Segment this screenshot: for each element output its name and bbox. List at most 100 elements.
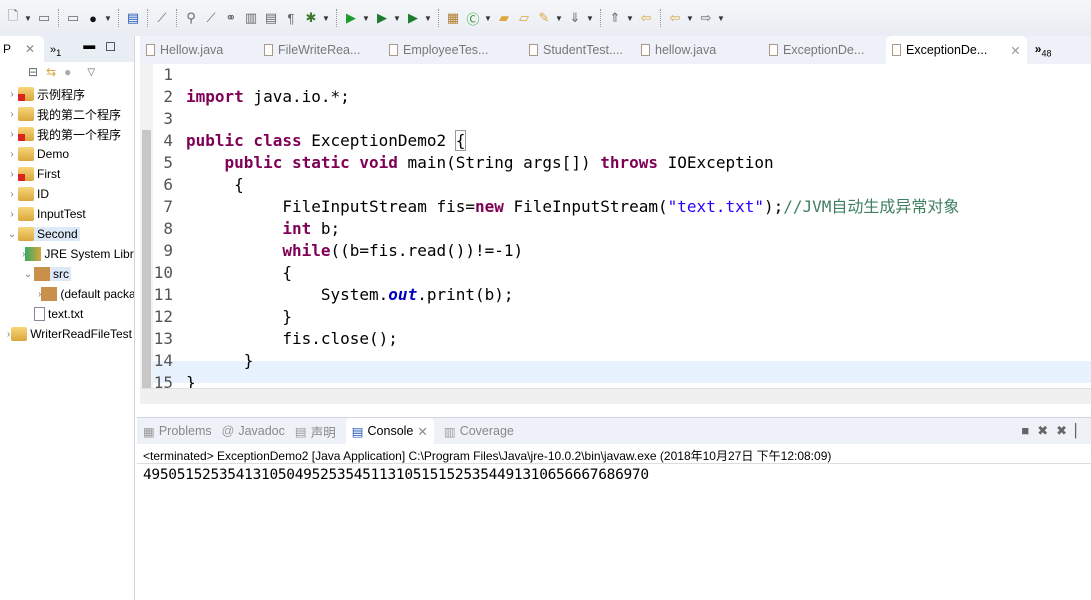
close-icon[interactable]: ✕ [25,42,35,56]
chevron-right-icon[interactable]: › [6,129,18,140]
console-status: <terminated> ExceptionDemo2 [Java Applic… [137,444,1091,464]
user-dropdown[interactable]: ▼ [104,14,113,23]
chevron-down-icon[interactable]: ⌄ [6,229,18,240]
project-icon [18,87,34,101]
new-class-icon[interactable]: Ⓒ [464,9,482,27]
chevron-right-icon[interactable]: › [6,209,18,220]
tab-editor-file[interactable]: ExceptionDe... ✕ [886,36,1027,64]
tree-item[interactable]: › InputTest [0,204,134,224]
close-icon[interactable]: ✕ [417,424,427,439]
tree-item[interactable]: › 我的第一个程序 [0,124,134,144]
tree-item-label: InputTest [37,207,86,221]
tab-problems[interactable]: ▦ Problems [143,424,212,439]
code-editor: Hellow.java FileWriteRea... EmployeeTes...… [140,36,1091,410]
filter-icon[interactable]: ● [64,65,71,79]
run-icon[interactable]: ▶ [342,9,360,27]
brush-icon[interactable]: ⟋ [202,9,220,27]
new-package-icon[interactable]: ▦ [444,9,462,27]
maximize-icon[interactable]: ☐ [105,40,116,54]
close-icon[interactable]: ✕ [1010,43,1020,58]
tree-item[interactable]: › 示例程序 [0,84,134,104]
minimize-icon[interactable]: ▬ [83,38,95,52]
run-coverage-dropdown[interactable]: ▼ [393,14,402,23]
tab-editor-file[interactable]: Hellow.java [140,43,258,57]
debug-dropdown[interactable]: ▼ [322,14,331,23]
back-icon[interactable]: ⇦ [666,9,684,27]
tree-item[interactable]: ›(default package) [0,284,134,304]
chevron-right-icon[interactable]: › [6,149,18,160]
remove-all-icon[interactable]: ✖ [1056,423,1067,439]
tab-editor-file[interactable]: EmployeeTes... [383,43,523,57]
remove-launch-icon[interactable]: ✖ [1037,423,1048,439]
pin-icon[interactable]: ⟋ [153,9,171,27]
console-output[interactable]: 4950515253541310504952535451131051515253… [137,464,1091,486]
run-coverage-icon[interactable]: ▶ [373,9,391,27]
tab-editor-file[interactable]: hellow.java [635,43,763,57]
list-icon[interactable]: ▤ [262,9,280,27]
link-editor-icon[interactable]: ⇆ [46,65,56,79]
tab-coverage[interactable]: ▥ Coverage [444,424,514,439]
overflow-views-button[interactable]: »1 [44,44,61,62]
chevron-right-icon[interactable]: › [6,109,18,120]
chevron-down-icon[interactable]: ⌄ [22,269,34,280]
external-tools-dropdown[interactable]: ▼ [424,14,433,23]
tab-label: Coverage [459,424,514,438]
debug-icon[interactable]: ✱ [302,9,320,27]
tree-item-label: src [53,267,69,281]
annotation-icon[interactable]: ⚲ [182,9,200,27]
tab-javadoc[interactable]: @ Javadoc [222,424,285,438]
new-icon[interactable]: 🗋 [4,8,22,27]
chevron-right-icon[interactable]: › [6,169,18,180]
tab-[interactable]: ▤ 声明 [295,422,336,441]
view-menu-icon[interactable]: ▽ [87,67,95,78]
next-annotation-dropdown[interactable]: ▼ [586,14,595,23]
chevron-right-icon[interactable]: › [6,89,18,100]
tree-item-label: ID [37,187,49,201]
tree-item[interactable]: ›JRE System Library [0,244,134,264]
tab-package-explorer[interactable]: P ✕ [0,36,44,62]
new-class-dropdown[interactable]: ▼ [484,14,493,23]
open-folder-icon[interactable]: ▰ [495,9,513,27]
project-icon [18,107,34,121]
tab-console[interactable]: ▤ Console ✕ [345,418,434,444]
tree-item[interactable]: text.txt [0,304,134,324]
prev-annotation-dropdown[interactable]: ▼ [626,14,635,23]
horizontal-scrollbar[interactable] [140,388,1091,404]
forward-dropdown[interactable]: ▼ [717,14,726,23]
tree-item[interactable]: › WriterReadFileTest [0,324,134,344]
tree-item[interactable]: › Demo [0,144,134,164]
save-all-icon[interactable]: ▭ [64,9,82,27]
pencil-dropdown[interactable]: ▼ [555,14,564,23]
forward-icon[interactable]: ⇨ [697,9,715,27]
console-icon[interactable]: ▤ [124,9,142,27]
tree-item[interactable]: › First [0,164,134,184]
chevron-right-icon[interactable]: › [6,189,18,200]
terminate-icon[interactable]: ■ [1021,423,1029,439]
pilcrow-icon[interactable]: ¶ [282,9,300,27]
overflow-editors-button[interactable]: »48 [1035,42,1052,58]
tab-editor-file[interactable]: FileWriteRea... [258,43,383,57]
tree-item[interactable]: ⌄ Second [0,224,134,244]
save-icon[interactable]: ▭ [35,9,53,27]
collapse-all-icon[interactable]: ⊟ [28,65,38,79]
back-dropdown[interactable]: ▼ [686,14,695,23]
next-annotation-icon[interactable]: ⇓ [566,9,584,27]
tree-item-content: ID [18,187,51,201]
display-console-icon[interactable]: ▏ [1075,423,1085,439]
tree-item[interactable]: › 我的第二个程序 [0,104,134,124]
run-dropdown[interactable]: ▼ [362,14,371,23]
prev-annotation-icon[interactable]: ⇑ [606,9,624,27]
last-edit-icon[interactable]: ⇦ [637,9,655,27]
open-type-icon[interactable]: ▱ [515,9,533,27]
tree-item[interactable]: ⌄ src [0,264,134,284]
link-icon[interactable]: ⚭ [222,9,240,27]
project-icon [18,167,34,181]
pencil-icon[interactable]: ✎ [535,9,553,27]
tab-editor-file[interactable]: ExceptionDe... [763,43,886,57]
external-tools-icon[interactable]: ▶ [404,9,422,27]
user-icon[interactable]: ● [84,9,102,27]
new-dropdown[interactable]: ▼ [24,14,33,23]
tab-editor-file[interactable]: StudentTest.... [523,43,635,57]
block-icon[interactable]: ▥ [242,9,260,27]
tree-item[interactable]: › ID [0,184,134,204]
